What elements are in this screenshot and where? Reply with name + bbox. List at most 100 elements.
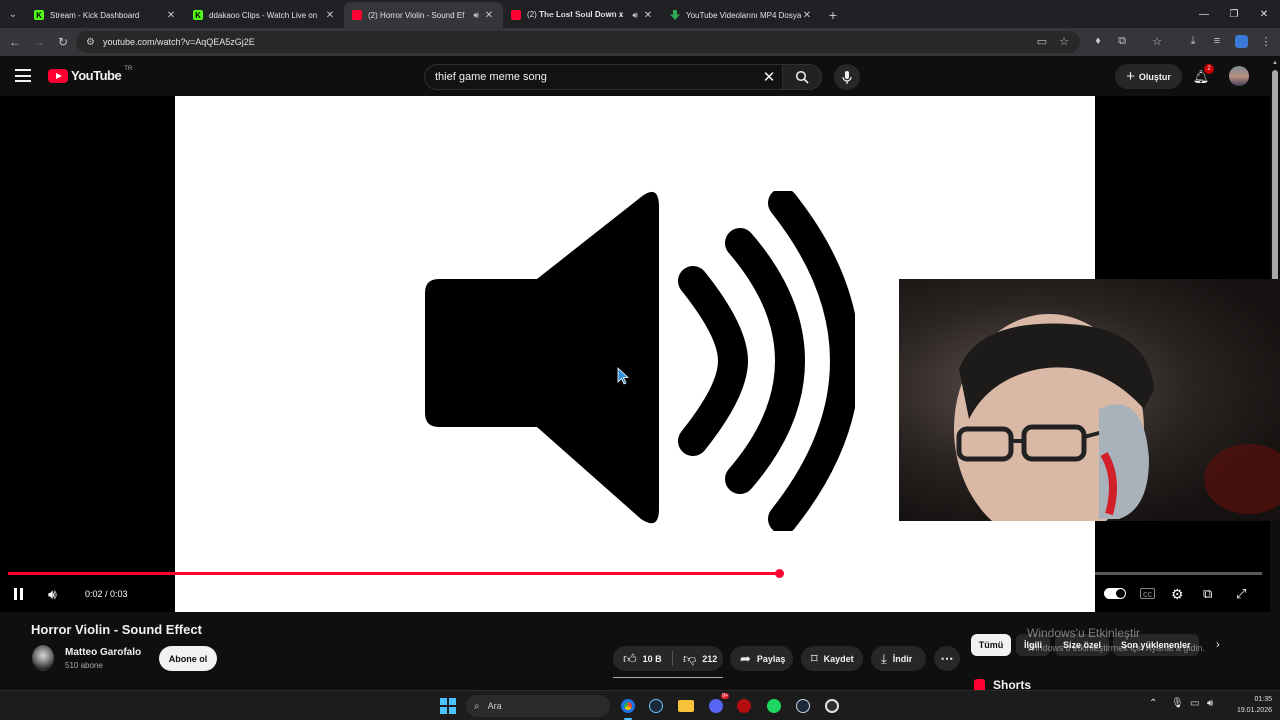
discord-badge: 9+ — [721, 693, 729, 699]
thumbs-down-icon: 👎︎ — [683, 650, 697, 666]
subscribe-button[interactable]: Abone ol — [159, 646, 217, 671]
volume-icon[interactable]: 🔊︎ — [48, 584, 57, 604]
theater-mode-icon[interactable]: ⧉ — [1203, 584, 1212, 604]
back-arrow-icon[interactable]: ← — [3, 30, 27, 54]
progress-bar[interactable] — [8, 569, 1262, 578]
profile-icon[interactable] — [1231, 30, 1251, 52]
browser-tab-active[interactable]: (2) Horror Violin - Sound Ef 🔊︎ ✕ — [344, 2, 503, 28]
microphone-icon — [842, 70, 852, 84]
volume-tray-icon[interactable]: 🔊︎ — [1207, 698, 1213, 709]
notifications-button[interactable]: 🔔︎ 2 — [1192, 64, 1214, 86]
minimize-icon[interactable]: — — [1188, 0, 1220, 28]
browser-tab[interactable]: K Stream - Kick Dashboard ✕ — [26, 2, 185, 28]
subscriber-count: 510 abone — [65, 661, 103, 670]
download-arrow-icon: ⤓ — [881, 650, 887, 666]
chip-all[interactable]: Tümü — [971, 634, 1011, 656]
speaker-icon[interactable]: 🔊︎ — [473, 10, 479, 21]
window-close-icon[interactable]: ✕ — [1248, 0, 1280, 28]
chevron-right-icon[interactable]: › — [1216, 639, 1220, 651]
tray-chevron-up-icon[interactable]: ⌃ — [1149, 698, 1157, 709]
bookmark-icon: ⌑ — [811, 650, 818, 666]
browser-tab[interactable]: (2) 𝐓𝐡𝐞 𝐋𝐨𝐬𝐭 𝐒𝐨𝐮𝐥 𝐃𝐨𝐰𝐧 𝐱 🔊︎ ✕ — [503, 2, 662, 28]
tab-search-chevron-icon[interactable]: ⌄ — [0, 0, 26, 28]
address-bar[interactable]: ⚙︎ youtube.com/watch?v=AqQEA5zGj2E — [76, 31, 1080, 53]
save-button[interactable]: ⌑ Kaydet — [801, 646, 863, 671]
chrome-app-icon[interactable] — [618, 696, 638, 720]
like-count: 10 B — [642, 653, 662, 664]
file-explorer-icon[interactable] — [676, 696, 696, 716]
reload-icon[interactable]: ↻ — [51, 30, 75, 54]
restore-icon[interactable]: ❐ — [1218, 0, 1250, 28]
speaker-icon[interactable]: 🔊︎ — [632, 10, 638, 21]
spotify-app-icon[interactable] — [764, 696, 784, 716]
opera-app-icon[interactable] — [734, 696, 754, 716]
windows-start-icon[interactable] — [440, 698, 456, 714]
subtitles-icon[interactable]: cc — [1140, 588, 1155, 599]
browser-tab[interactable]: K ddakaoo Clips - Watch Live on ✕ — [185, 2, 344, 28]
channel-name[interactable]: Matteo Garofalo — [65, 647, 141, 658]
scroll-up-icon[interactable]: ▲ — [1272, 60, 1278, 66]
voice-search-button[interactable] — [834, 64, 860, 90]
taskbar-search-input[interactable]: ⌕ Ara — [466, 695, 610, 717]
share-button[interactable]: ➦ Paylaş — [730, 646, 793, 671]
kick-icon: K — [193, 10, 203, 20]
reading-list-icon[interactable]: ≡ — [1207, 30, 1227, 52]
download-button[interactable]: ⤓ İndir — [871, 646, 926, 671]
url-text: youtube.com/watch?v=AqQEA5zGj2E — [102, 37, 255, 47]
search-input[interactable]: thief game meme song ✕ — [424, 64, 782, 90]
like-button[interactable]: 👍︎ 10 B — [613, 646, 673, 671]
autoplay-toggle[interactable] — [1104, 588, 1126, 599]
scrollbar-thumb[interactable] — [1272, 70, 1278, 294]
forward-arrow-icon[interactable]: → — [27, 30, 51, 54]
steam-app-icon[interactable] — [646, 696, 666, 716]
tab-title: YouTube Videolarını MP4 Dosya — [686, 10, 801, 20]
youtube-icon — [352, 10, 362, 20]
chrome-menu-icon[interactable]: ⋮ — [1256, 30, 1276, 52]
tab-close-icon[interactable]: ✕ — [324, 10, 336, 21]
tab-close-icon[interactable]: ✕ — [483, 10, 495, 21]
gear-icon[interactable]: ⚙︎ — [1171, 584, 1184, 604]
bookmark-star-icon[interactable]: ☆ — [1054, 30, 1074, 52]
tab-close-icon[interactable]: ✕ — [165, 10, 177, 21]
windows-taskbar: ⌕ Ara 9+ ⌃ 🎙︎ ▭ 🔊︎ 01:35 19.01.2026 — [0, 690, 1280, 720]
webcam-person-image — [954, 314, 1280, 521]
tab-close-icon[interactable]: ✕ — [801, 10, 813, 21]
youtube-logo[interactable]: YouTube TR — [48, 65, 133, 83]
clear-search-icon[interactable]: ✕ — [756, 68, 782, 86]
youtube-masthead: YouTube TR thief game meme song ✕ + Oluş… — [0, 56, 1270, 96]
bookmarks-icon[interactable]: ☆ — [1147, 30, 1167, 52]
menu-icon[interactable] — [15, 69, 31, 82]
discord-app-icon[interactable]: 9+ — [706, 693, 729, 716]
speaker-graphic — [425, 191, 855, 531]
steam-app-icon-2[interactable] — [793, 696, 813, 716]
account-avatar[interactable] — [1229, 66, 1249, 86]
network-icon[interactable]: ▭ — [1190, 698, 1199, 709]
download-label: İndir — [892, 653, 913, 664]
search-icon: ⌕ — [474, 700, 480, 712]
cast-icon[interactable]: ▭ — [1032, 30, 1052, 52]
more-actions-icon[interactable]: ⋯ — [934, 646, 960, 671]
create-label: Oluştur — [1138, 71, 1171, 82]
extension-drop-icon[interactable]: ♦ — [1088, 30, 1108, 52]
youtube-play-icon — [48, 68, 68, 83]
dislike-button[interactable]: 👎︎ 212 — [673, 646, 723, 671]
channel-avatar[interactable] — [32, 645, 54, 671]
search-button[interactable] — [782, 64, 822, 90]
microphone-tray-icon[interactable]: 🎙︎ — [1171, 698, 1184, 709]
new-tab-plus-icon[interactable]: + — [821, 2, 845, 28]
site-settings-icon[interactable]: ⚙︎ — [86, 37, 95, 48]
system-clock[interactable]: 01:35 19.01.2026 — [1226, 694, 1272, 716]
tab-close-icon[interactable]: ✕ — [642, 10, 654, 21]
browser-tab[interactable]: YouTube Videolarını MP4 Dosya ✕ — [662, 2, 821, 28]
obs-app-icon[interactable] — [822, 696, 842, 716]
video-player[interactable]: 🔊︎ 0:02 / 0:03 cc ⚙︎ ⧉ ⤢ — [0, 96, 1280, 612]
downloads-icon[interactable]: ⤓ — [1183, 30, 1203, 52]
country-code: TR — [124, 65, 133, 72]
create-button[interactable]: + Oluştur — [1115, 64, 1182, 89]
share-arrow-icon: ➦ — [740, 650, 751, 666]
pause-icon[interactable] — [14, 584, 28, 604]
extensions-puzzle-icon[interactable]: ⧉ — [1112, 30, 1132, 52]
watermark-title: Windows'u Etkinleştir — [1027, 626, 1140, 640]
tab-title: (2) Horror Violin - Sound Ef — [368, 10, 465, 20]
fullscreen-icon[interactable]: ⤢ — [1236, 584, 1246, 604]
